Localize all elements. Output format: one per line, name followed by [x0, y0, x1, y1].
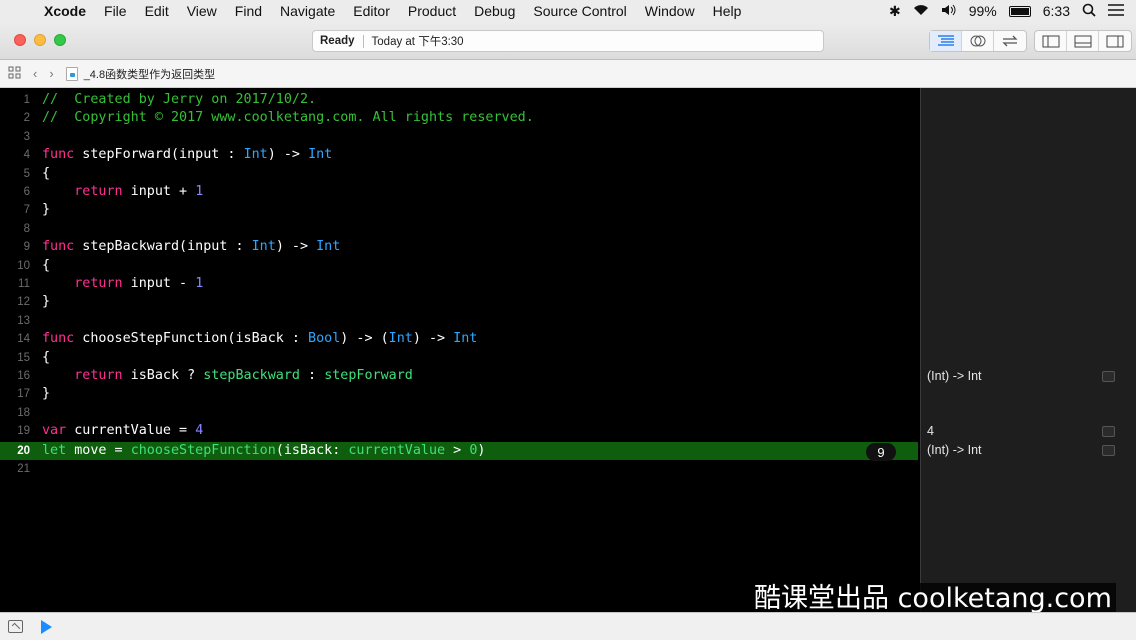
code-line[interactable]: 7} [0, 201, 920, 219]
code-line[interactable]: 12} [0, 293, 920, 311]
show-debug-area-icon[interactable] [8, 620, 23, 633]
code-line[interactable]: 5{ [0, 165, 920, 183]
battery-icon[interactable] [1008, 5, 1031, 17]
status-timestamp: Today at 下午3:30 [371, 36, 464, 48]
menu-edit[interactable]: Edit [136, 3, 178, 19]
utilities-toggle-button[interactable] [1099, 31, 1131, 51]
version-editor-button[interactable] [994, 31, 1026, 51]
bluetooth-icon[interactable]: ✱ [889, 3, 901, 20]
code-line[interactable]: 4 func stepForward(input : Int) -> Int [0, 146, 920, 164]
menu-bar: Xcode File Edit View Find Navigate Edito… [0, 0, 1136, 22]
menu-editor[interactable]: Editor [344, 3, 399, 19]
menu-debug[interactable]: Debug [465, 3, 524, 19]
status-menus: ✱ 99% 6:33 [889, 0, 1136, 22]
code-line[interactable]: 8 [0, 220, 920, 238]
playground-file-icon [65, 66, 78, 81]
panel-toggle-group [1034, 30, 1132, 52]
menu-product[interactable]: Product [399, 3, 465, 19]
status-divider [362, 34, 364, 48]
current-code-line[interactable]: 20 let move = chooseStepFunction(isBack: … [0, 441, 918, 460]
back-arrow-icon[interactable]: ‹ [33, 66, 37, 81]
menu-navigate[interactable]: Navigate [271, 3, 344, 19]
code-line[interactable]: 14 func chooseStepFunction(isBack : Bool)… [0, 330, 920, 348]
debug-bar [0, 612, 1136, 640]
code-line[interactable]: 18 [0, 404, 920, 422]
watermark: 酷课堂出品 coolketang.com [750, 583, 1116, 615]
window-toolbar: Ready Today at 下午3:30 [0, 22, 1136, 60]
menu-window[interactable]: Window [636, 3, 704, 19]
code-line[interactable]: 3 [0, 128, 920, 146]
spotlight-icon[interactable] [1082, 3, 1096, 20]
menu-xcode[interactable]: Xcode [42, 3, 95, 19]
build-status: Ready [320, 35, 355, 47]
navigator-toggle-button[interactable] [1035, 31, 1067, 51]
code-line[interactable]: 11 return input - 1 [0, 275, 920, 293]
code-line[interactable]: 1// Created by Jerry on 2017/10/2. [0, 91, 920, 109]
volume-icon[interactable] [941, 3, 957, 19]
code-line[interactable]: 17} [0, 385, 920, 403]
code-line[interactable]: 9 func stepBackward(input : Int) -> Int [0, 238, 920, 256]
notification-center-icon[interactable] [1108, 3, 1124, 19]
menu-view[interactable]: View [178, 3, 226, 19]
standard-editor-button[interactable] [930, 31, 962, 51]
code-line[interactable]: 13 [0, 312, 920, 330]
minimize-window-button[interactable] [34, 34, 46, 46]
code-line[interactable]: 21 [0, 460, 920, 478]
clock[interactable]: 6:33 [1043, 3, 1070, 19]
editor-mode-group [929, 30, 1027, 52]
quick-look-icon[interactable] [1102, 445, 1115, 456]
result-line-20[interactable]: (Int) -> Int [927, 441, 982, 459]
activity-status-bar: Ready Today at 下午3:30 [312, 30, 824, 52]
menu-help[interactable]: Help [704, 3, 751, 19]
assistant-editor-button[interactable] [962, 31, 994, 51]
code-line[interactable]: 2// Copyright © 2017 www.coolketang.com.… [0, 109, 920, 127]
debug-area-toggle-button[interactable] [1067, 31, 1099, 51]
forward-arrow-icon[interactable]: › [49, 66, 53, 81]
close-window-button[interactable] [14, 34, 26, 46]
related-items-icon[interactable] [8, 66, 21, 82]
result-line-16[interactable]: (Int) -> Int [927, 367, 982, 385]
menu-source-control[interactable]: Source Control [524, 3, 635, 19]
quick-look-icon[interactable] [1102, 371, 1115, 382]
breadcrumb-file[interactable]: _4.8函数类型作为返回类型 [84, 66, 215, 82]
code-line[interactable]: 6 return input + 1 [0, 183, 920, 201]
code-editor[interactable]: 1// Created by Jerry on 2017/10/2. 2// C… [0, 88, 920, 612]
menu-file[interactable]: File [95, 3, 136, 19]
run-playground-button[interactable] [41, 620, 52, 634]
code-line[interactable]: 19 var currentValue = 4 [0, 422, 920, 440]
code-line[interactable]: 15{ [0, 349, 920, 367]
execution-count-badge[interactable]: 9 [866, 443, 896, 461]
jump-bar: ‹ › _4.8函数类型作为返回类型 [0, 60, 1136, 88]
code-line[interactable]: 10{ [0, 257, 920, 275]
quick-look-icon[interactable] [1102, 426, 1115, 437]
maximize-window-button[interactable] [54, 34, 66, 46]
code-line[interactable]: 16 return isBack ? stepBackward : stepFo… [0, 367, 920, 385]
result-line-19[interactable]: 4 [927, 422, 934, 440]
results-sidebar [920, 88, 1136, 612]
wifi-icon[interactable] [913, 3, 929, 19]
menu-find[interactable]: Find [226, 3, 271, 19]
battery-percent[interactable]: 99% [969, 3, 997, 19]
